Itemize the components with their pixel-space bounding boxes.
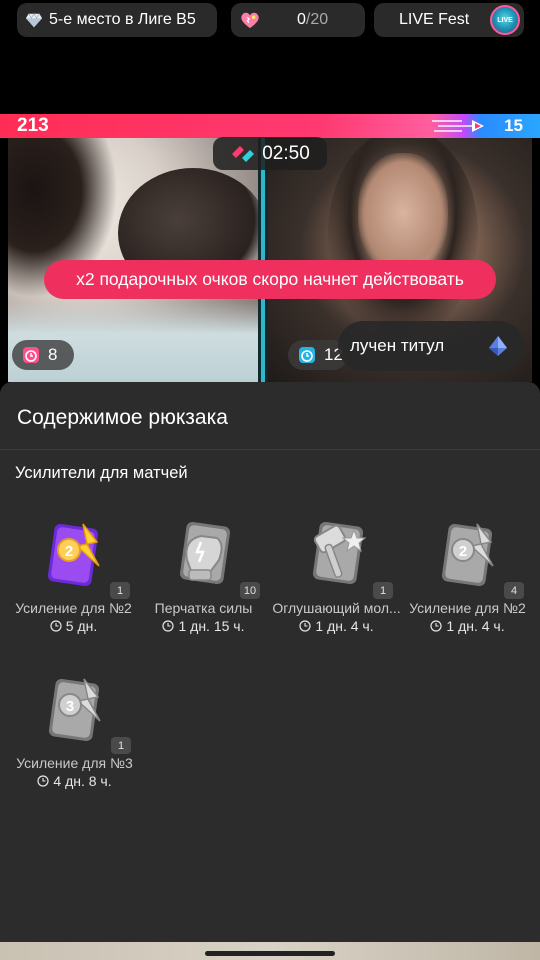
item-expiry-text: 5 дн. [65, 618, 98, 634]
item-name: Усиление для №2 [15, 600, 132, 616]
item-name: Перчатка силы [154, 600, 253, 616]
league-rank-label: 5-е место в Лиге B5 [49, 11, 196, 28]
boost-2-card-icon: 2 [47, 523, 100, 587]
backpack-divider [0, 449, 540, 450]
item-name: Усиление для №2 [409, 600, 526, 616]
item-expiry: 4 дн. 8 ч. [7, 773, 142, 789]
league-rank-pill[interactable]: 5-е место в Лиге B5 [17, 3, 217, 37]
multiplier-banner: x2 подарочных очков скоро начнет действо… [44, 260, 496, 299]
score-streak-icon [432, 120, 484, 132]
backpack-item[interactable]: 2 1 Усиление для №2 5 дн. [6, 520, 141, 660]
battle-score-bar: 213 15 [0, 114, 540, 138]
alarm-clock-icon [299, 347, 315, 363]
home-indicator[interactable] [205, 951, 335, 956]
item-expiry-text: 4 дн. 8 ч. [53, 773, 112, 789]
battle-versus-icon [232, 145, 255, 162]
backpack-title: Содержимое рюкзака [17, 406, 228, 429]
crystal-icon [489, 336, 507, 356]
item-expiry: 5 дн. [6, 618, 141, 634]
toast-text: лучен титул [350, 336, 445, 355]
live-fest-badge-text: LIVE [497, 16, 513, 24]
svg-text:2: 2 [65, 543, 73, 560]
boost-3-card-icon: 3 [48, 678, 101, 742]
stun-hammer-card-icon [312, 521, 367, 585]
power-glove-card-icon [179, 521, 231, 585]
item-quantity-badge: 1 [111, 737, 131, 754]
backpack-item[interactable]: 3 1 Усиление для №3 4 дн. 8 ч. [7, 675, 142, 815]
hearts-current: 0 [297, 11, 306, 28]
item-quantity-badge: 10 [240, 582, 260, 599]
svg-text:3: 3 [66, 698, 74, 715]
live-fest-badge-icon: LIVE [490, 5, 520, 35]
item-expiry-text: 1 дн. 4 ч. [446, 618, 505, 634]
item-quantity-badge: 1 [373, 582, 393, 599]
backpack-sheet: Содержимое рюкзака Усилители для матчей … [0, 382, 540, 942]
viewers-left[interactable]: 8 [12, 340, 74, 370]
multiplier-banner-text: x2 подарочных очков скоро начнет действо… [76, 269, 464, 289]
backpack-item[interactable]: 1 Оглушающий мол... 1 дн. 4 ч. [269, 520, 404, 660]
clock-icon [37, 775, 49, 787]
title-received-toast[interactable]: лучен титул [338, 321, 524, 371]
hearts-pill[interactable]: 0/20 [231, 3, 365, 37]
item-expiry: 1 дн. 4 ч. [269, 618, 404, 634]
item-expiry-text: 1 дн. 15 ч. [178, 618, 245, 634]
viewers-left-count: 8 [48, 345, 58, 364]
item-expiry: 1 дн. 4 ч. [400, 618, 535, 634]
battle-timer-text: 02:50 [262, 142, 310, 164]
battle-timer: 02:50 [213, 137, 327, 170]
hearts-icon [241, 12, 259, 29]
live-fest-label: LIVE Fest [399, 11, 470, 28]
svg-text:2: 2 [459, 543, 467, 560]
backpack-item[interactable]: 2 4 Усиление для №2 1 дн. 4 ч. [400, 520, 535, 660]
clock-icon [162, 620, 175, 632]
diamond-icon [25, 13, 43, 28]
live-fest-pill[interactable]: LIVE Fest LIVE [374, 3, 524, 37]
boost-2-card-icon: 2 [441, 523, 494, 587]
item-expiry-text: 1 дн. 4 ч. [315, 618, 374, 634]
alarm-clock-icon [23, 347, 39, 363]
clock-icon [430, 620, 442, 632]
clock-icon [50, 620, 62, 632]
backpack-item[interactable]: 10 Перчатка силы 1 дн. 15 ч. [136, 520, 271, 660]
video-right-face [358, 153, 448, 273]
score-left: 213 [17, 115, 49, 136]
score-right: 15 [504, 116, 523, 135]
item-name: Усиление для №3 [16, 755, 133, 771]
item-name: Оглушающий мол... [272, 600, 401, 616]
clock-icon [299, 620, 311, 632]
match-boosters-heading: Усилители для матчей [15, 464, 188, 482]
item-quantity-badge: 1 [110, 582, 130, 599]
hearts-counter: 0/20 [297, 11, 328, 29]
item-quantity-badge: 4 [504, 582, 524, 599]
hearts-total: /20 [305, 11, 329, 28]
item-expiry: 1 дн. 15 ч. [136, 618, 271, 634]
top-bar: 5-е место в Лиге B5 0/20 LIVE Fest LIVE [0, 0, 540, 40]
